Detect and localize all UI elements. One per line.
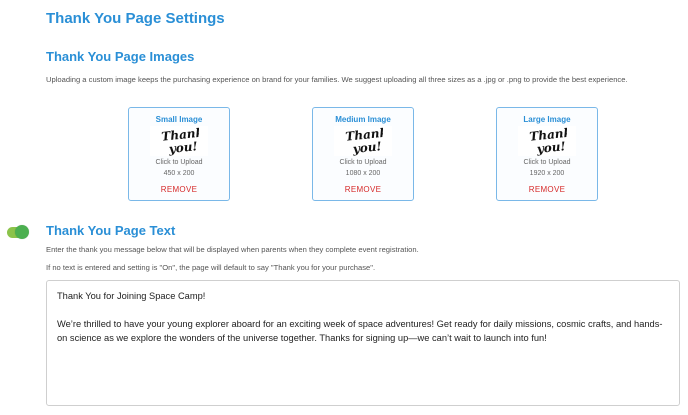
text-section-title: Thank You Page Text	[46, 223, 176, 238]
thank-you-image-thumbnail[interactable]: Thank you!	[518, 126, 576, 156]
images-section-description: Uploading a custom image keeps the purch…	[46, 75, 628, 84]
click-to-upload-text[interactable]: Click to Upload	[497, 157, 597, 168]
small-image-upload-card[interactable]: Small Image Thank you! Click to Upload 4…	[128, 107, 230, 201]
remove-medium-image-button[interactable]: REMOVE	[313, 185, 413, 195]
click-to-upload-text[interactable]: Click to Upload	[129, 157, 229, 168]
text-instruction-2: If no text is entered and setting is "On…	[46, 263, 376, 272]
thank-you-image-thumbnail[interactable]: Thank you!	[334, 126, 392, 156]
thank-you-image-thumbnail[interactable]: Thank you!	[150, 126, 208, 156]
card-label: Large Image	[523, 115, 571, 124]
large-image-upload-card[interactable]: Large Image Thank you! Click to Upload 1…	[496, 107, 598, 201]
toggle-knob	[15, 225, 29, 239]
image-size-text: 450 x 200	[163, 170, 195, 177]
images-section-title: Thank You Page Images	[46, 49, 195, 64]
medium-image-upload-card[interactable]: Medium Image Thank you! Click to Upload …	[312, 107, 414, 201]
thumb-text-line2: you!	[167, 139, 198, 156]
card-label: Small Image	[155, 115, 203, 124]
image-size-text: 1080 x 200	[345, 170, 381, 177]
thumb-text-line2: you!	[351, 139, 382, 156]
image-size-text: 1920 x 200	[529, 170, 565, 177]
page-title: Thank You Page Settings	[46, 10, 225, 27]
click-to-upload-text[interactable]: Click to Upload	[313, 157, 413, 168]
remove-small-image-button[interactable]: REMOVE	[129, 185, 229, 195]
thumb-text-line2: you!	[535, 139, 566, 156]
thank-you-text-toggle[interactable]	[7, 225, 29, 239]
remove-large-image-button[interactable]: REMOVE	[497, 185, 597, 195]
text-instruction-1: Enter the thank you message below that w…	[46, 245, 419, 254]
card-label: Medium Image	[335, 115, 391, 124]
thank-you-message-textarea[interactable]: Thank You for Joining Space Camp! We’re …	[46, 280, 680, 406]
